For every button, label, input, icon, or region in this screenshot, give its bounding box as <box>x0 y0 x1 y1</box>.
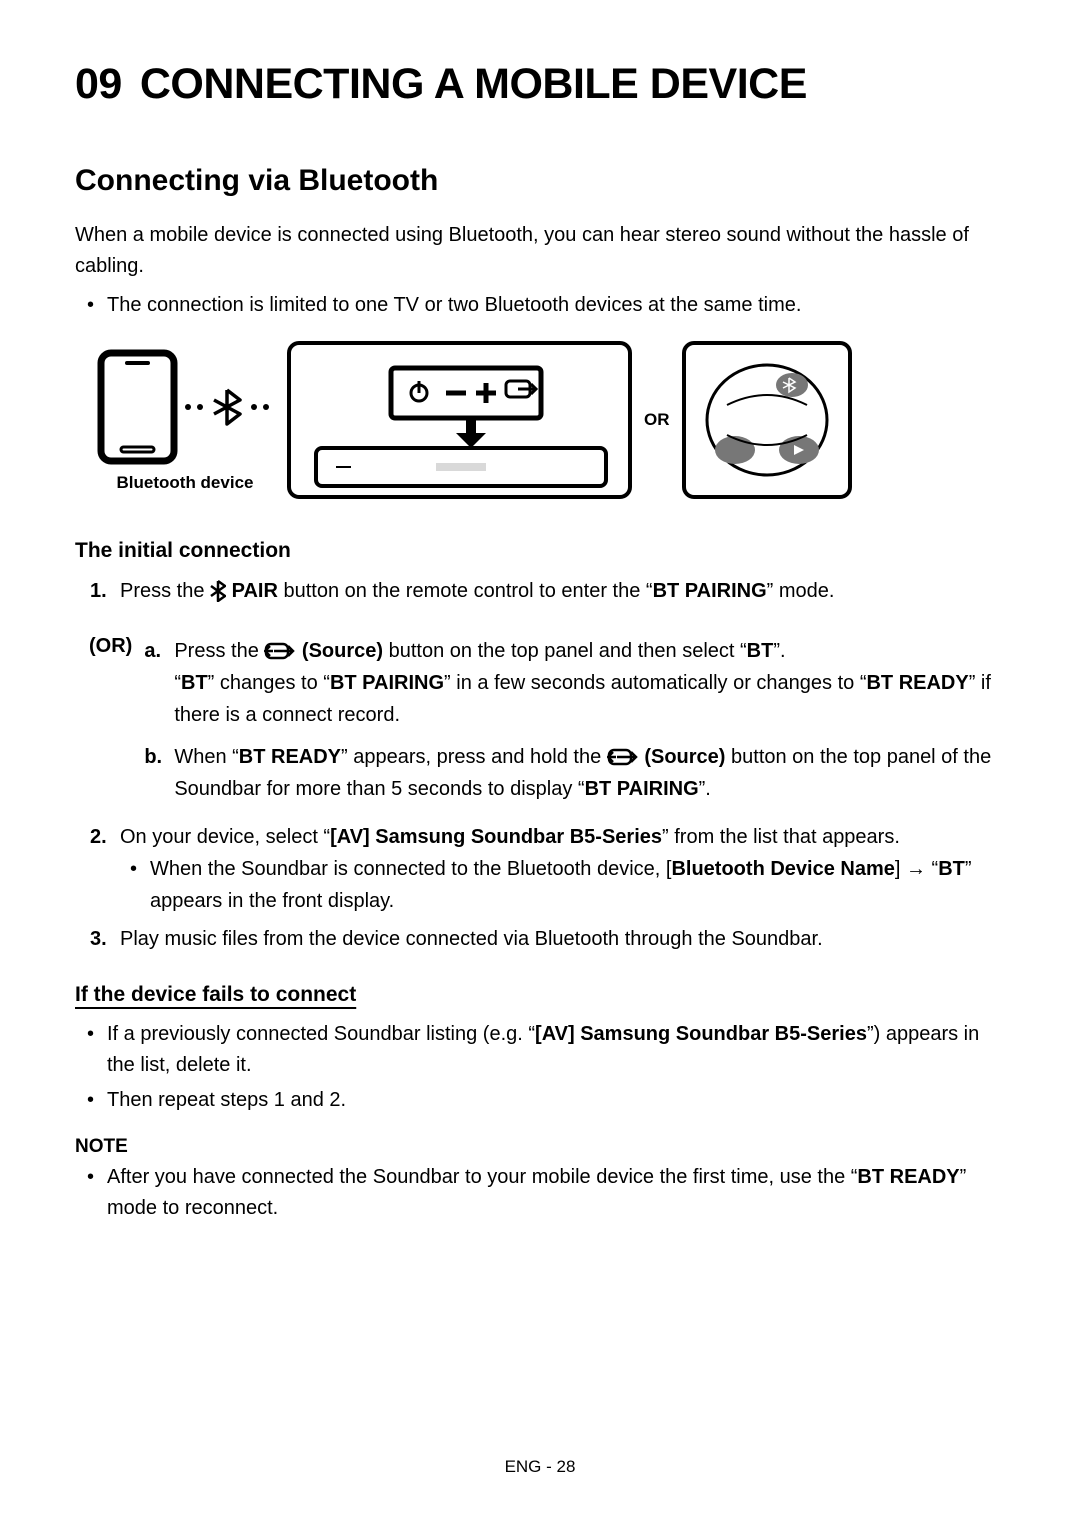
step-2-sub-item: When the Soundbar is connected to the Bl… <box>150 853 1005 917</box>
step-1-mid: button on the remote control to enter th… <box>278 580 653 602</box>
step-2-sub: When the Soundbar is connected to the Bl… <box>120 853 1005 917</box>
step-3-text: Play music files from the device connect… <box>120 928 823 950</box>
note-list: After you have connected the Soundbar to… <box>75 1162 1005 1224</box>
section-title: Connecting via Bluetooth <box>75 164 1005 198</box>
sub-b-btpair: BT PAIRING <box>585 778 699 800</box>
source-icon <box>607 747 639 767</box>
sub-a-bt: BT <box>747 640 774 662</box>
s2s-mid: ] → “ <box>895 858 938 880</box>
note-b1: After you have connected the Soundbar to… <box>107 1162 1005 1224</box>
phone-label: Bluetooth device <box>117 473 254 493</box>
step-3-num: 3. <box>90 923 107 955</box>
step-1: 1. Press the PAIR button on the remote c… <box>90 575 1005 607</box>
step-1-end: ” mode. <box>767 580 835 602</box>
step-2-end: ” from the list that appears. <box>662 826 900 848</box>
or-label: OR <box>644 410 670 430</box>
sub-b-mid: ” appears, press and hold the <box>341 746 607 768</box>
sub-b-btready: BT READY <box>239 746 341 768</box>
or-tag: (OR) <box>89 635 132 658</box>
step-2-pre: On your device, select “ <box>120 826 330 848</box>
phone-block: Bluetooth device <box>95 347 275 493</box>
page-title: 09 CONNECTING A MOBILE DEVICE <box>75 60 1005 109</box>
page-footer: ENG - 28 <box>0 1457 1080 1477</box>
sub-b-end: ”. <box>699 778 711 800</box>
chapter-title: CONNECTING A MOBILE DEVICE <box>140 60 807 108</box>
sub-b-src: (Source) <box>639 746 726 768</box>
sub-a-l2-mid2: ” in a few seconds automatically or chan… <box>444 672 866 694</box>
sub-a-pre: Press the <box>174 640 264 662</box>
soundbar-figure <box>287 341 632 499</box>
sub-b-num: b. <box>144 741 162 773</box>
fails-b1-device: [AV] Samsung Soundbar B5-Series <box>535 1023 867 1045</box>
phone-icon <box>95 347 180 467</box>
or-row: (OR) a. Press the (Source) button on the… <box>75 635 1005 815</box>
step-1-num: 1. <box>90 575 107 607</box>
figure-row: Bluetooth device OR <box>95 341 1005 499</box>
chapter-number: 09 <box>75 60 122 108</box>
fails-b2: Then repeat steps 1 and 2. <box>107 1085 1005 1116</box>
initial-steps: 1. Press the PAIR button on the remote c… <box>75 575 1005 607</box>
fails-b1: If a previously connected Soundbar listi… <box>107 1019 1005 1081</box>
step-2-num: 2. <box>90 821 107 853</box>
s2s-name: Bluetooth Device Name <box>671 858 894 880</box>
initial-steps-cont: 2. On your device, select “[AV] Samsung … <box>75 821 1005 955</box>
initial-connection-heading: The initial connection <box>75 539 1005 563</box>
sub-a-l2-bt: BT <box>181 672 208 694</box>
step-2: 2. On your device, select “[AV] Samsung … <box>90 821 1005 917</box>
intro-paragraph: When a mobile device is connected using … <box>75 220 1005 282</box>
sub-a-l2-btready: BT READY <box>866 672 968 694</box>
note-b1-btready: BT READY <box>857 1166 959 1188</box>
intro-bullet-list: The connection is limited to one TV or t… <box>75 290 1005 321</box>
sub-a-l2-pre: “ <box>174 672 181 694</box>
sub-a-num: a. <box>144 635 161 667</box>
note-heading: NOTE <box>75 1136 1005 1158</box>
remote-figure <box>682 341 852 499</box>
intro-bullet-1: The connection is limited to one TV or t… <box>107 290 1005 321</box>
bluetooth-dots-icon <box>180 387 275 427</box>
step-1-pre: Press the <box>120 580 210 602</box>
sub-a-mid: button on the top panel and then select … <box>383 640 747 662</box>
sub-steps: a. Press the (Source) button on the top … <box>144 635 1005 815</box>
s2s-bt: BT <box>938 858 965 880</box>
s2s-pre: When the Soundbar is connected to the Bl… <box>150 858 671 880</box>
fails-b1-pre: If a previously connected Soundbar listi… <box>107 1023 535 1045</box>
sub-a-l2-mid: ” changes to “ <box>208 672 330 694</box>
sub-a-l2-btpair: BT PAIRING <box>330 672 444 694</box>
step-1-btpair: BT PAIRING <box>653 580 767 602</box>
source-icon <box>264 641 296 661</box>
bluetooth-icon <box>210 580 226 602</box>
sub-b-pre: When “ <box>174 746 238 768</box>
sub-a-src: (Source) <box>296 640 383 662</box>
sub-step-a: a. Press the (Source) button on the top … <box>144 635 1005 731</box>
step-1-pair: PAIR <box>226 580 278 602</box>
fails-list: If a previously connected Soundbar listi… <box>75 1019 1005 1116</box>
step-3: 3. Play music files from the device conn… <box>90 923 1005 955</box>
sub-a-end: ”. <box>773 640 785 662</box>
note-b1-pre: After you have connected the Soundbar to… <box>107 1166 857 1188</box>
sub-step-b: b. When “BT READY” appears, press and ho… <box>144 741 1005 805</box>
fails-heading: If the device fails to connect <box>75 983 1005 1007</box>
step-2-device: [AV] Samsung Soundbar B5-Series <box>330 826 662 848</box>
